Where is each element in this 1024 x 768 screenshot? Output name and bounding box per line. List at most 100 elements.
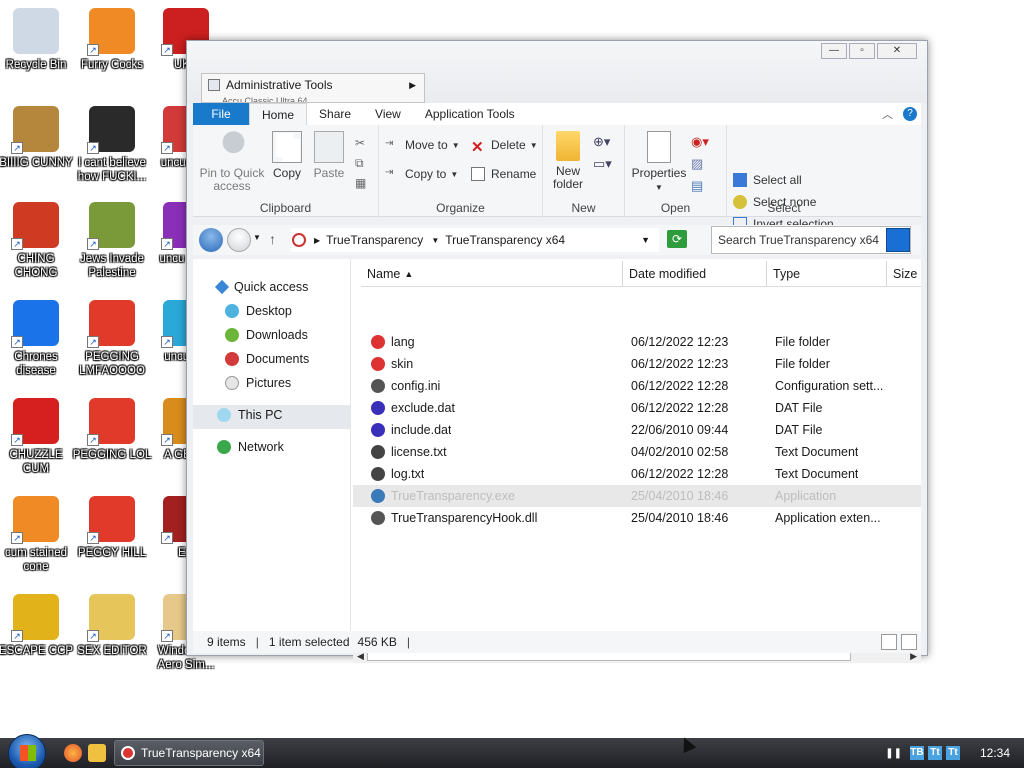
file-row[interactable]: license.txt 04/02/2010 02:58 Text Document xyxy=(353,441,921,463)
copy-button[interactable]: Copy xyxy=(267,131,307,180)
easy-access-icon[interactable]: ▭▾ xyxy=(593,153,612,175)
paste-button[interactable]: Paste xyxy=(309,131,349,180)
minimize-button[interactable]: — xyxy=(821,43,847,59)
edit-icon[interactable]: ▨ xyxy=(691,153,709,175)
breadcrumb-truetransparency-x64[interactable]: TrueTransparency x64 xyxy=(445,233,565,247)
help-icon[interactable]: ? xyxy=(903,107,917,121)
firefox-icon[interactable] xyxy=(64,744,82,762)
forward-button[interactable] xyxy=(227,228,251,252)
rename-button[interactable]: Rename xyxy=(471,167,536,181)
search-input[interactable]: Search TrueTransparency x64 xyxy=(711,226,911,254)
desktop-icon[interactable]: ↗ Furry Cocks xyxy=(72,8,152,72)
large-icons-view-icon[interactable] xyxy=(901,634,917,650)
search-icon[interactable] xyxy=(886,228,910,252)
truetransparency-tray-icon[interactable]: TB xyxy=(909,746,924,760)
copy-to-button[interactable]: ⇥ Copy to ▼ xyxy=(385,167,458,181)
desktop-icon[interactable]: ↗ BIIIIG CUNNY xyxy=(0,106,76,170)
open-icon[interactable]: ◉▾ xyxy=(691,131,709,153)
close-button[interactable]: ✕ xyxy=(877,43,917,59)
file-explorer-icon[interactable] xyxy=(88,744,106,762)
cut-icon[interactable]: ✂ xyxy=(355,133,369,153)
file-row[interactable]: TrueTransparencyHook.dll 25/04/2010 18:46… xyxy=(353,507,921,529)
title-bar[interactable]: — ▫ ✕ Administrative Tools ▶ Accu Classi… xyxy=(187,41,927,103)
new-folder-button[interactable]: New folder xyxy=(545,131,591,191)
address-box[interactable]: ▶ TrueTransparency ▼ TrueTransparency x6… xyxy=(291,228,659,252)
recent-locations-icon[interactable]: ▼ xyxy=(253,233,261,242)
file-row[interactable]: TrueTransparency.exe 25/04/2010 18:46 Appl… xyxy=(353,485,921,507)
file-name: lang xyxy=(391,335,415,349)
tab-share[interactable]: Share xyxy=(307,103,363,125)
shortcut-arrow-icon: ↗ xyxy=(11,142,23,154)
desktop-icon[interactable]: ↗ cum stained cone xyxy=(0,496,76,574)
copy-path-icon[interactable]: ⧉ xyxy=(355,153,369,173)
nav-downloads[interactable]: Downloads xyxy=(225,328,308,342)
tab-file[interactable]: File xyxy=(193,103,249,125)
shortcut-arrow-icon: ↗ xyxy=(161,238,173,250)
desktop-icon[interactable]: ↗ I cant believe how FUCKI... xyxy=(72,106,152,184)
file-row[interactable]: include.dat 22/06/2010 09:44 DAT File xyxy=(353,419,921,441)
desktop-icon[interactable]: ↗ PEGGING LMFAOOOO xyxy=(72,300,152,378)
truetransparency-tray-icon[interactable]: Tt xyxy=(927,746,942,760)
new-item-icon[interactable]: ⊕▾ xyxy=(593,131,612,153)
desktop-icon[interactable]: Recycle Bin xyxy=(0,8,76,72)
address-dropdown-icon[interactable]: ▼ xyxy=(641,235,650,245)
refresh-button[interactable]: ⟳ xyxy=(667,230,687,248)
tab-application-tools[interactable]: Application Tools xyxy=(413,103,527,125)
nav-this-pc[interactable]: This PC xyxy=(217,408,282,422)
show-hidden-icons[interactable]: ❚❚ xyxy=(885,748,902,759)
shortcut-arrow-icon: ↗ xyxy=(161,44,173,56)
clock[interactable]: 12:34 xyxy=(980,746,1010,760)
pin-quick-access-button[interactable]: Pin to Quick access xyxy=(199,131,265,193)
taskbar-item-truetransparency[interactable]: TrueTransparency x64 xyxy=(114,740,264,766)
shortcut-arrow-icon: ↗ xyxy=(87,44,99,56)
column-type[interactable]: Type xyxy=(767,261,887,287)
desktop-icon[interactable]: ↗ CHING CHONG xyxy=(0,202,76,280)
back-button[interactable] xyxy=(199,228,223,252)
desktop-icon-label: CHING CHONG xyxy=(14,253,58,279)
details-view-icon[interactable] xyxy=(881,634,897,650)
file-row[interactable]: skin 06/12/2022 12:23 File folder xyxy=(353,353,921,375)
paste-shortcut-icon[interactable]: ▦ xyxy=(355,173,369,193)
desktop-icon[interactable]: ↗ PEGGY HILL xyxy=(72,496,152,560)
nav-quick-access[interactable]: Quick access xyxy=(214,279,308,295)
new-group: New folder ⊕▾ ▭▾ New xyxy=(543,125,625,217)
column-size[interactable]: Size xyxy=(887,261,921,287)
file-row[interactable]: config.ini 06/12/2022 12:28 Configuration … xyxy=(353,375,921,397)
desktop-icon-label: I cant believe how FUCKI... xyxy=(77,157,147,183)
nav-network[interactable]: Network xyxy=(217,440,284,454)
file-row[interactable]: log.txt 06/12/2022 12:28 Text Document xyxy=(353,463,921,485)
delete-button[interactable]: ✕ Delete ▼ xyxy=(471,138,538,156)
tab-home[interactable]: Home xyxy=(249,103,308,125)
desktop-icon[interactable]: ↗ PEGGING LOL xyxy=(72,398,152,462)
file-row[interactable]: lang 06/12/2022 12:23 File folder xyxy=(353,331,921,353)
up-arrow-icon[interactable]: ↑ xyxy=(269,231,276,247)
column-date-modified[interactable]: Date modified xyxy=(623,261,767,287)
select-all-button[interactable]: Select all xyxy=(733,173,802,187)
desktop-icon[interactable]: ↗ ESCAPE CCP xyxy=(0,594,76,658)
nav-pictures[interactable]: Pictures xyxy=(225,376,291,390)
start-button[interactable] xyxy=(8,734,46,768)
file-row[interactable]: exclude.dat 06/12/2022 12:28 DAT File xyxy=(353,397,921,419)
clipboard-group: Pin to Quick access Copy Paste ✂ ⧉ ▦ Cli… xyxy=(193,125,379,217)
menu-item-partial[interactable]: Accu Classic Ultra 64 xyxy=(202,96,424,102)
shortcut-arrow-icon: ↗ xyxy=(87,336,99,348)
maximize-button[interactable]: ▫ xyxy=(849,43,875,59)
column-name[interactable]: Name ▲ xyxy=(361,261,623,287)
collapse-ribbon-icon[interactable]: ︿ xyxy=(882,106,893,122)
nav-desktop[interactable]: Desktop xyxy=(225,304,292,318)
tab-view[interactable]: View xyxy=(363,103,413,125)
desktop-icon[interactable]: ↗ Jews Invade Palestine xyxy=(72,202,152,280)
desktop-icon[interactable]: ↗ Chrones disease xyxy=(0,300,76,378)
truetransparency-tray-icon[interactable]: Tt xyxy=(945,746,960,760)
move-to-button[interactable]: ⇥ Move to ▼ xyxy=(385,138,460,152)
desktop-icon[interactable]: ↗ CHUZZLE CUM xyxy=(0,398,76,476)
desktop-icon[interactable]: ↗ SEX EDITOR xyxy=(72,594,152,658)
history-icon[interactable]: ▤ xyxy=(691,175,709,197)
item-count: 9 items xyxy=(207,635,246,649)
nav-documents[interactable]: Documents xyxy=(225,352,309,366)
select-all-icon xyxy=(733,173,747,187)
menu-item-administrative-tools[interactable]: Administrative Tools ▶ xyxy=(202,74,424,96)
shortcut-icon: ↗ xyxy=(87,300,135,348)
properties-button[interactable]: Properties ▼ xyxy=(629,131,689,194)
breadcrumb-truetransparency[interactable]: TrueTransparency xyxy=(326,233,423,247)
